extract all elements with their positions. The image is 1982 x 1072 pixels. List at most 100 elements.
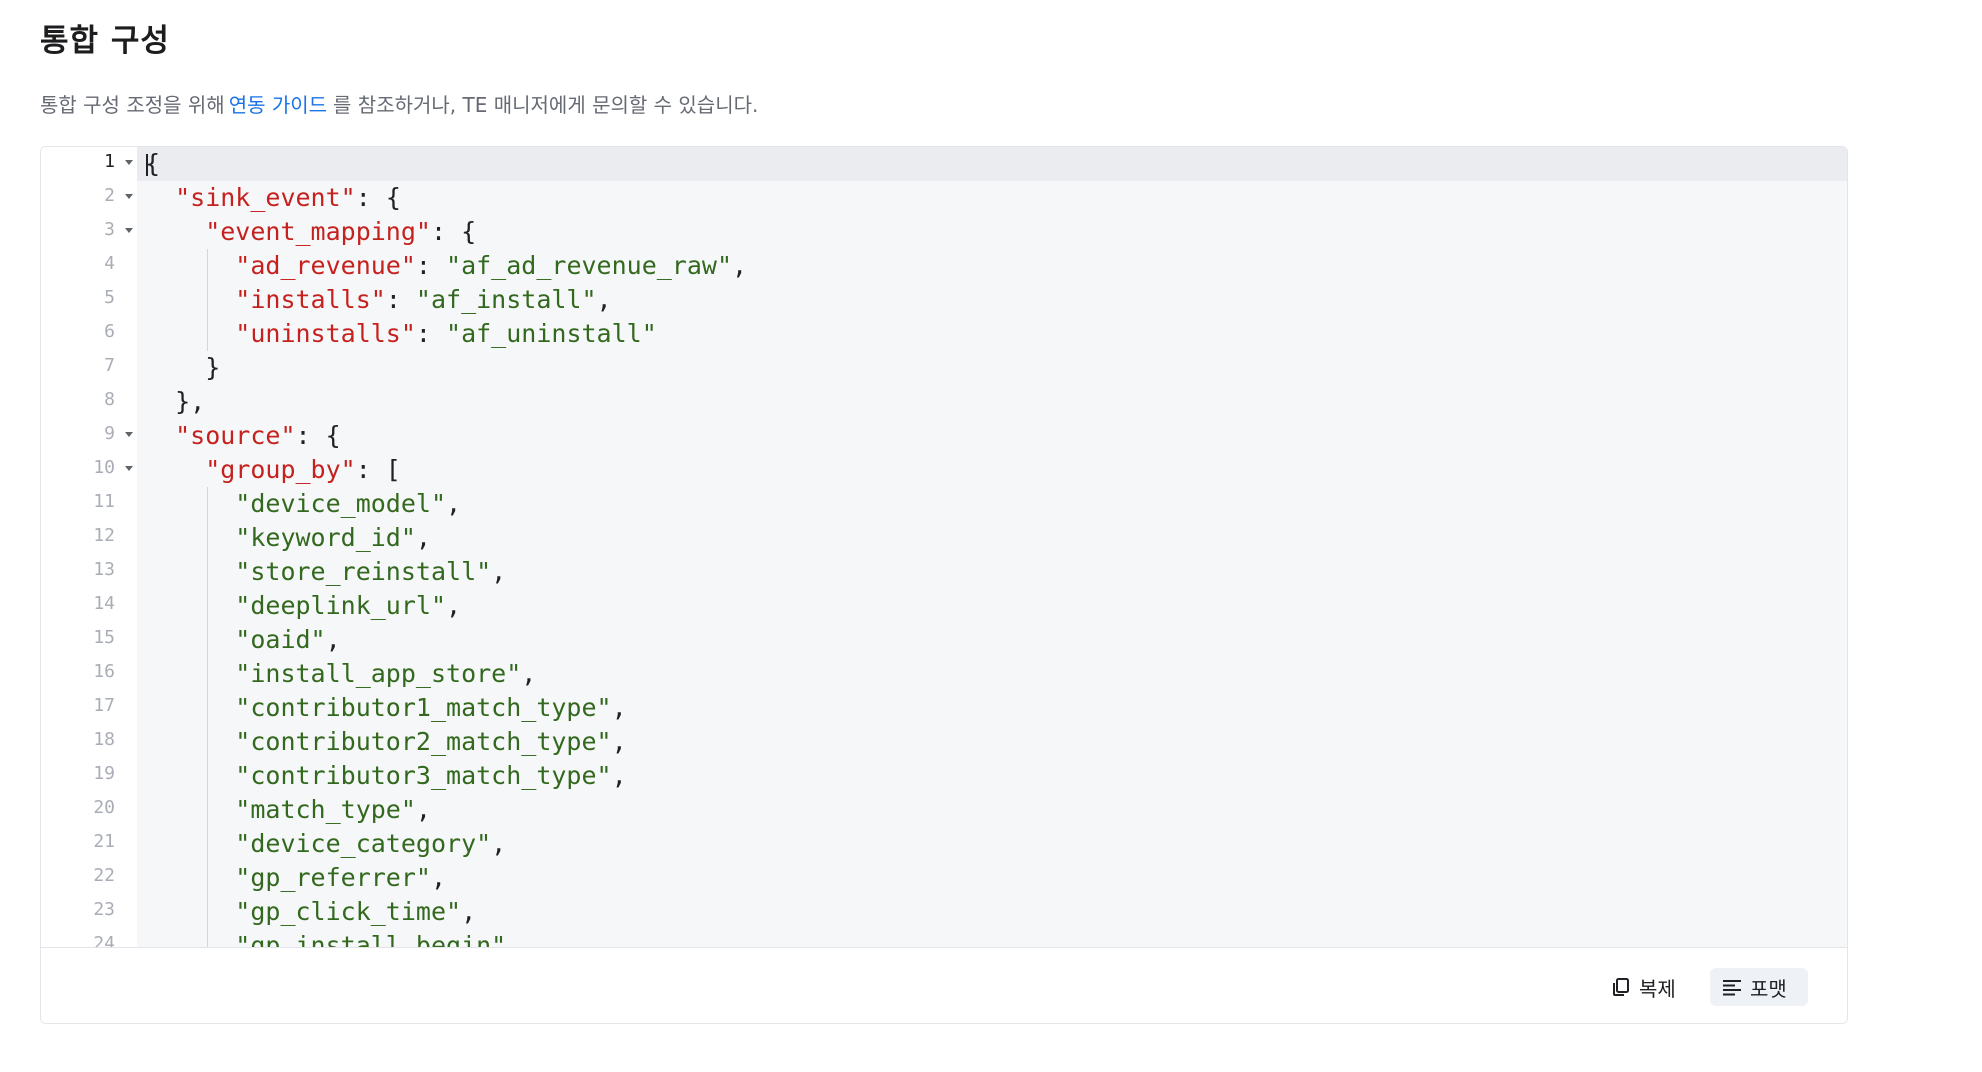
json-key: "event_mapping": [205, 217, 431, 246]
json-string: "contributor1_match_type": [235, 693, 612, 722]
page-description: 통합 구성 조정을 위해 연동 가이드 를 참조하거나, TE 매니저에게 문의할 …: [40, 90, 758, 120]
code-text: "contributor3_match_type",: [235, 759, 626, 793]
fold-toggle-icon[interactable]: [125, 194, 133, 199]
code-text: "store_reinstall",: [235, 555, 506, 589]
line-number: 15: [93, 627, 115, 648]
line-number: 14: [93, 593, 115, 614]
line-gutter: 15: [41, 623, 137, 657]
copy-button[interactable]: 복제: [1599, 968, 1691, 1006]
copy-button-label: 복제: [1639, 976, 1676, 1001]
json-punctuation: :: [415, 251, 447, 280]
config-panel: 1{2 "sink_event": {3 "event_mapping": {4 "a…: [40, 146, 1848, 1024]
code-text: "event_mapping": {: [205, 215, 476, 249]
code-line: 17 "contributor1_match_type",: [41, 691, 1847, 725]
json-punctuation: ,: [611, 727, 627, 756]
json-punctuation: }: [205, 353, 221, 382]
code-line: 2 "sink_event": {: [41, 181, 1847, 215]
line-gutter: 22: [41, 861, 137, 895]
line-gutter: 10: [41, 453, 137, 487]
page-title: 통합 구성: [40, 23, 170, 59]
code-line: 18 "contributor2_match_type",: [41, 725, 1847, 759]
json-key: "uninstalls": [235, 319, 416, 348]
code-text: "group_by": [: [205, 453, 401, 487]
line-gutter: 21: [41, 827, 137, 861]
json-string: "contributor2_match_type": [235, 727, 612, 756]
line-number: 22: [93, 865, 115, 886]
line-number: 9: [104, 423, 115, 444]
line-number: 11: [93, 491, 115, 512]
fold-toggle-icon[interactable]: [125, 466, 133, 471]
code-text: "uninstalls": "af_uninstall": [235, 317, 656, 351]
line-number: 2: [104, 185, 115, 206]
code-text: "oaid",: [235, 623, 340, 657]
fold-toggle-icon[interactable]: [125, 432, 133, 437]
line-gutter: 20: [41, 793, 137, 827]
text-cursor: [146, 154, 148, 176]
indent-guide: [207, 249, 209, 351]
code-line: 5 "installs": "af_install",: [41, 283, 1847, 317]
json-punctuation: ,: [611, 693, 627, 722]
json-punctuation: ,: [415, 795, 431, 824]
json-string: "af_ad_revenue_raw": [446, 251, 733, 280]
code-line: 21 "device_category",: [41, 827, 1847, 861]
fold-toggle-icon[interactable]: [125, 160, 133, 165]
format-button-label: 포맷: [1750, 976, 1787, 1001]
code-text: "match_type",: [235, 793, 431, 827]
code-line: 16 "install_app_store",: [41, 657, 1847, 691]
code-text: "deeplink_url",: [235, 589, 461, 623]
json-key: "group_by": [205, 455, 356, 484]
code-text: "gp_referrer",: [235, 861, 446, 895]
copy-icon: [1613, 978, 1629, 996]
line-gutter: 6: [41, 317, 137, 351]
json-string: "match_type": [235, 795, 416, 824]
code-line: 12 "keyword_id",: [41, 521, 1847, 555]
line-gutter: 3: [41, 215, 137, 249]
json-string: "store_reinstall": [235, 557, 492, 586]
json-string: "device_category": [235, 829, 492, 858]
line-gutter: 23: [41, 895, 137, 929]
indent-guide: [207, 487, 209, 947]
line-gutter: 9: [41, 419, 137, 453]
line-number: 6: [104, 321, 115, 342]
line-number: 8: [104, 389, 115, 410]
editor-toolbar: 복제 포맷: [41, 947, 1847, 1023]
code-text: "installs": "af_install",: [235, 283, 611, 317]
json-punctuation: ,: [446, 489, 462, 518]
json-punctuation: ,: [446, 591, 462, 620]
line-gutter: 16: [41, 657, 137, 691]
line-number: 21: [93, 831, 115, 852]
description-text-before: 통합 구성 조정을 위해: [40, 93, 225, 117]
line-gutter: 8: [41, 385, 137, 419]
line-number: 10: [93, 457, 115, 478]
json-key: "source": [175, 421, 296, 450]
json-punctuation: ,: [491, 829, 507, 858]
line-number: 24: [93, 933, 115, 947]
code-text: "sink_event": {: [175, 181, 401, 215]
line-gutter: 4: [41, 249, 137, 283]
json-string: "oaid": [235, 625, 326, 654]
line-gutter: 2: [41, 181, 137, 215]
json-punctuation: },: [175, 387, 206, 416]
line-number: 19: [93, 763, 115, 784]
json-punctuation: ,: [415, 523, 431, 552]
fold-toggle-icon[interactable]: [125, 228, 133, 233]
json-punctuation: ,: [461, 897, 477, 926]
integration-guide-link[interactable]: 연동 가이드: [229, 93, 327, 117]
code-line: 10 "group_by": [: [41, 453, 1847, 487]
line-number: 16: [93, 661, 115, 682]
line-number: 17: [93, 695, 115, 716]
json-string: "keyword_id": [235, 523, 416, 552]
line-gutter: 18: [41, 725, 137, 759]
code-text: "device_model",: [235, 487, 461, 521]
format-button[interactable]: 포맷: [1710, 968, 1808, 1006]
json-key: "installs": [235, 285, 386, 314]
json-punctuation: ,: [732, 251, 748, 280]
json-punctuation: : {: [355, 183, 401, 212]
code-text: {: [145, 147, 160, 181]
code-text: "source": {: [175, 419, 341, 453]
json-string: "device_model": [235, 489, 447, 518]
json-code-editor[interactable]: 1{2 "sink_event": {3 "event_mapping": {4 "a…: [41, 147, 1847, 947]
line-gutter: 17: [41, 691, 137, 725]
line-number: 3: [104, 219, 115, 240]
line-number: 12: [93, 525, 115, 546]
